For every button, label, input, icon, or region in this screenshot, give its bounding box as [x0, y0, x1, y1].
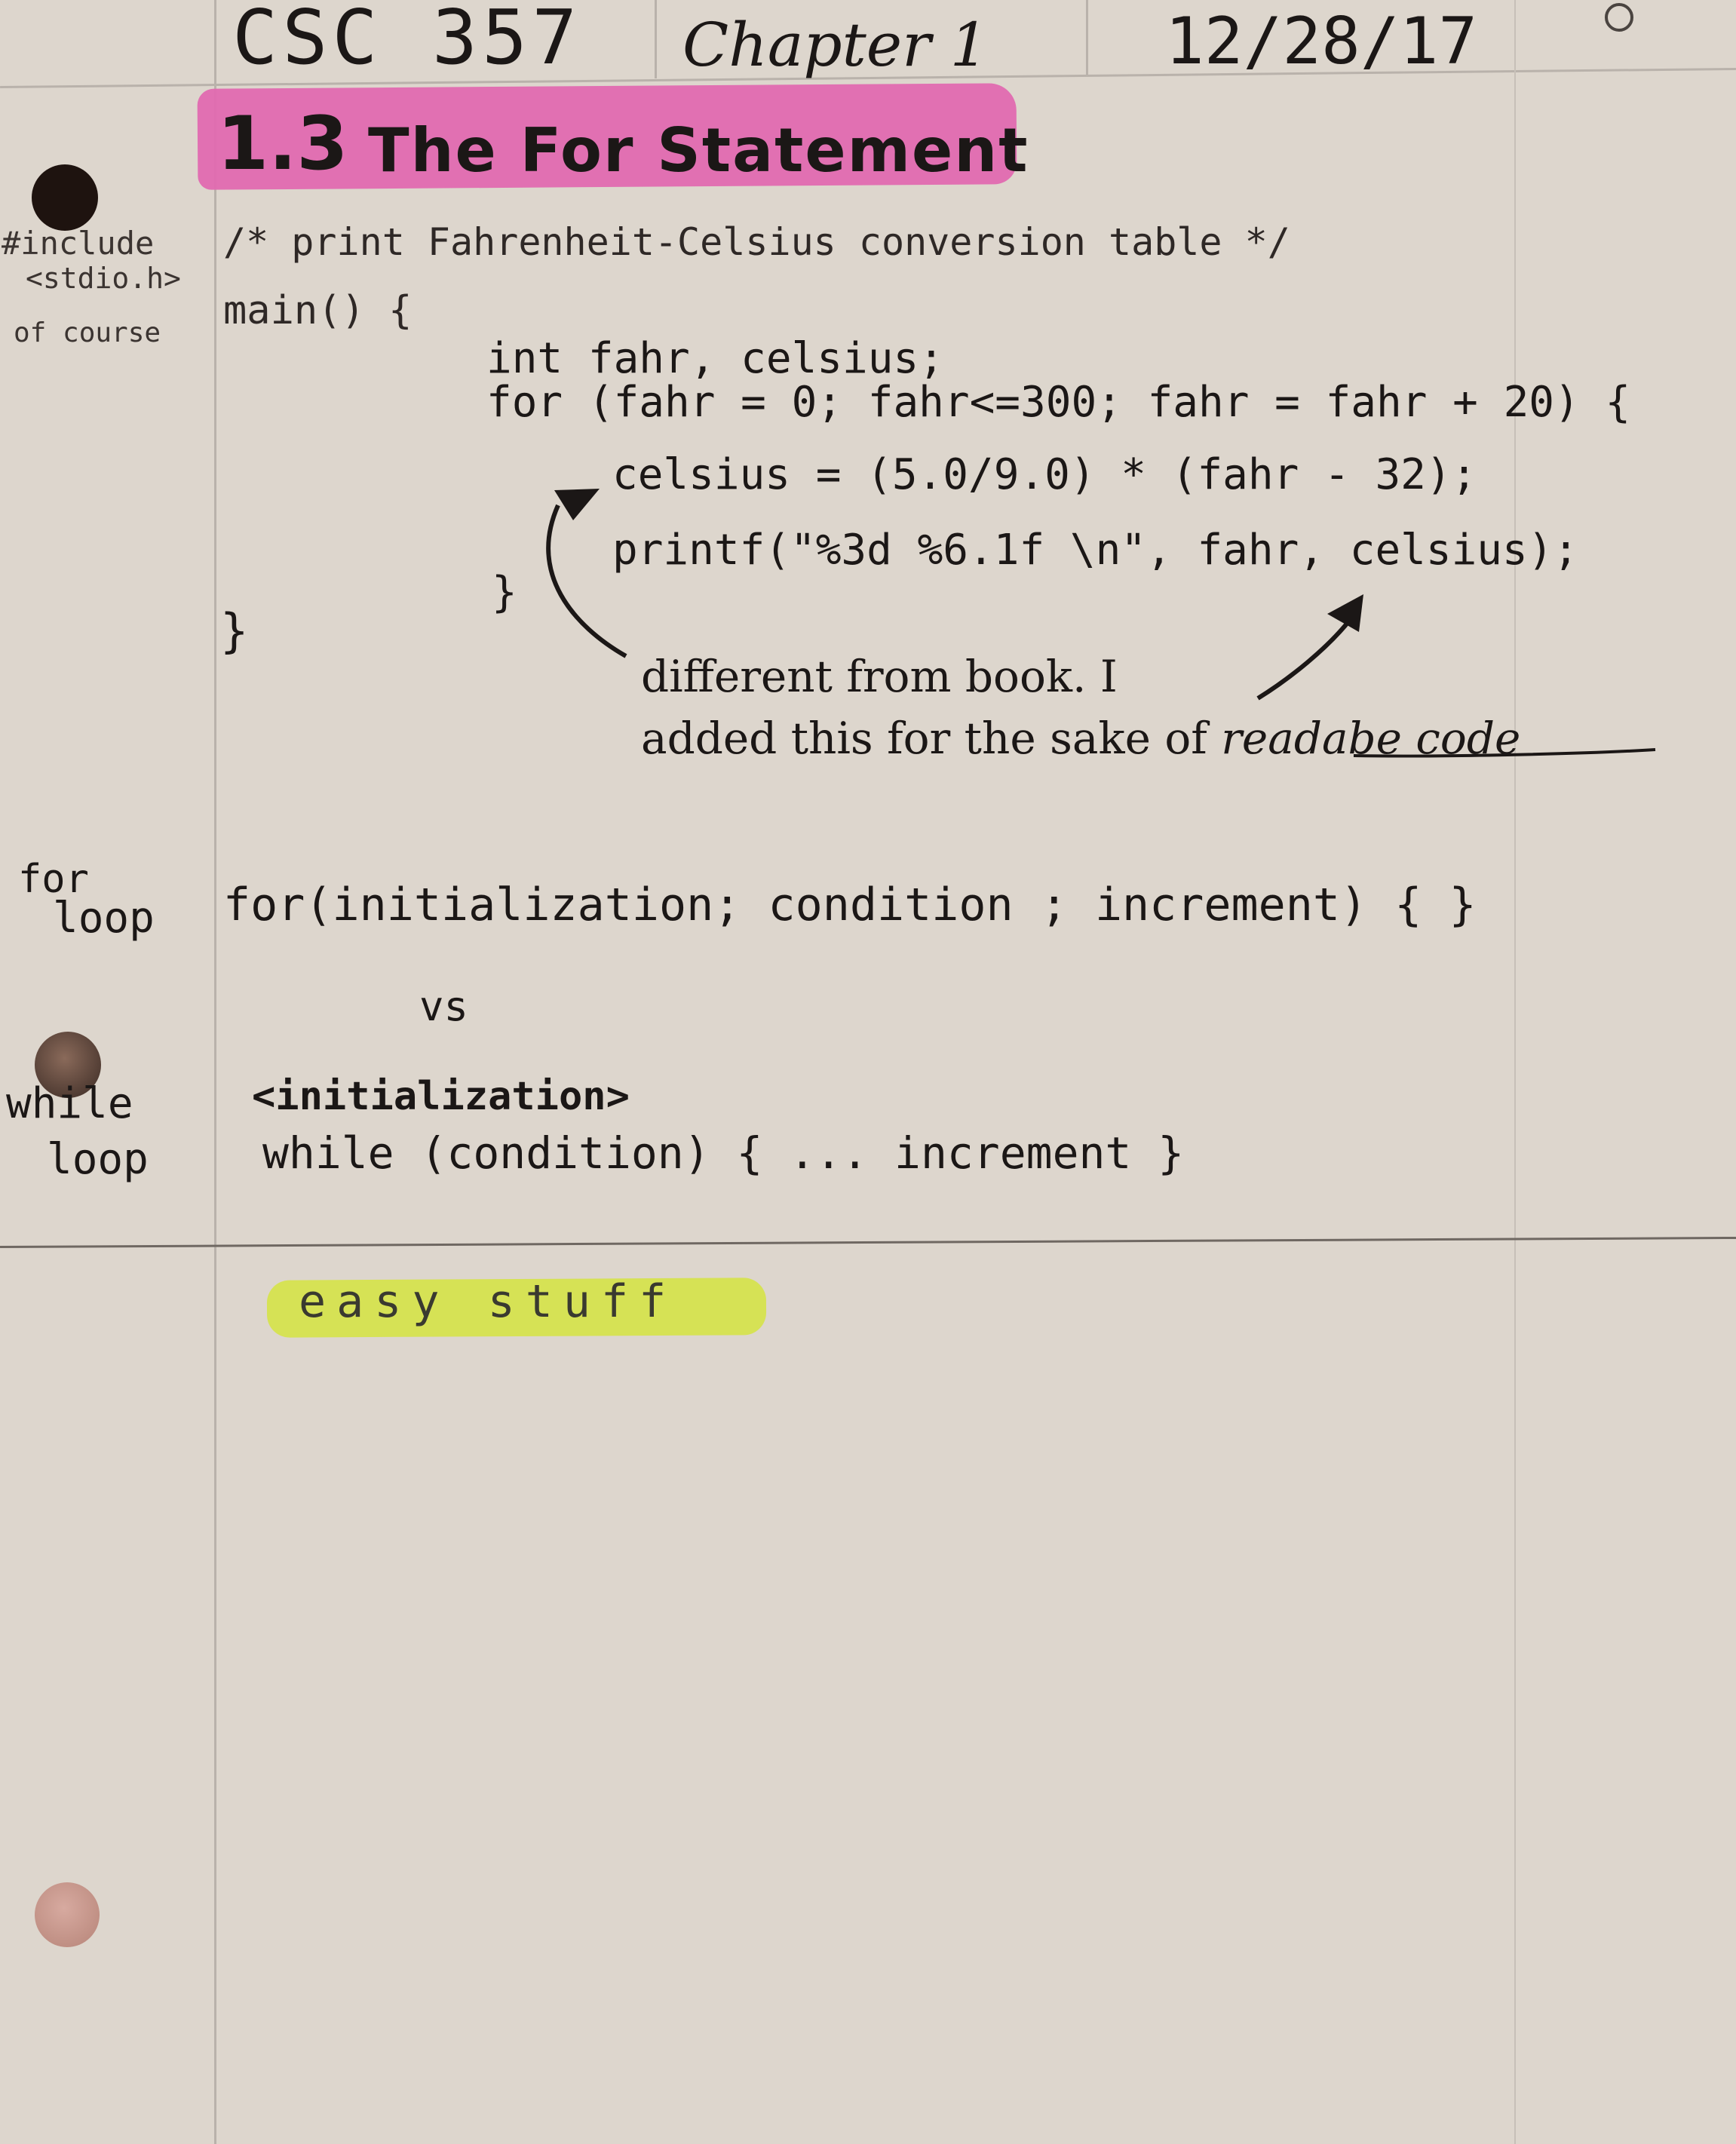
notebook-page: CSC 357 Chapter 1 12/28/17 1.3 The For S…	[0, 0, 1736, 2144]
margin-note-while-loop: loop	[47, 1135, 149, 1184]
summary-text: easy stuff	[299, 1275, 677, 1328]
left-arrow-icon	[546, 504, 627, 658]
annotation-line-1: different from book. I	[641, 651, 1118, 702]
annotation-line-2: added this for the sake of readabe code	[641, 716, 1520, 760]
margin-note-while: while	[6, 1079, 133, 1128]
versus-label: vs	[419, 983, 469, 1030]
while-initialization: <initialization>	[252, 1074, 630, 1119]
for-syntax: for(initialization; condition ; incremen…	[223, 879, 1477, 931]
margin-note-for-loop: loop	[53, 894, 155, 943]
annotation-arrows	[546, 489, 1656, 758]
while-syntax: while (condition) { ... increment }	[262, 1127, 1185, 1179]
annotation-line-2-text: added this for the sake of	[641, 713, 1222, 764]
right-arrow-icon	[1256, 618, 1352, 701]
left-arrow-head-icon	[554, 489, 600, 520]
annotation-readable-code: readabe code	[1221, 713, 1521, 764]
